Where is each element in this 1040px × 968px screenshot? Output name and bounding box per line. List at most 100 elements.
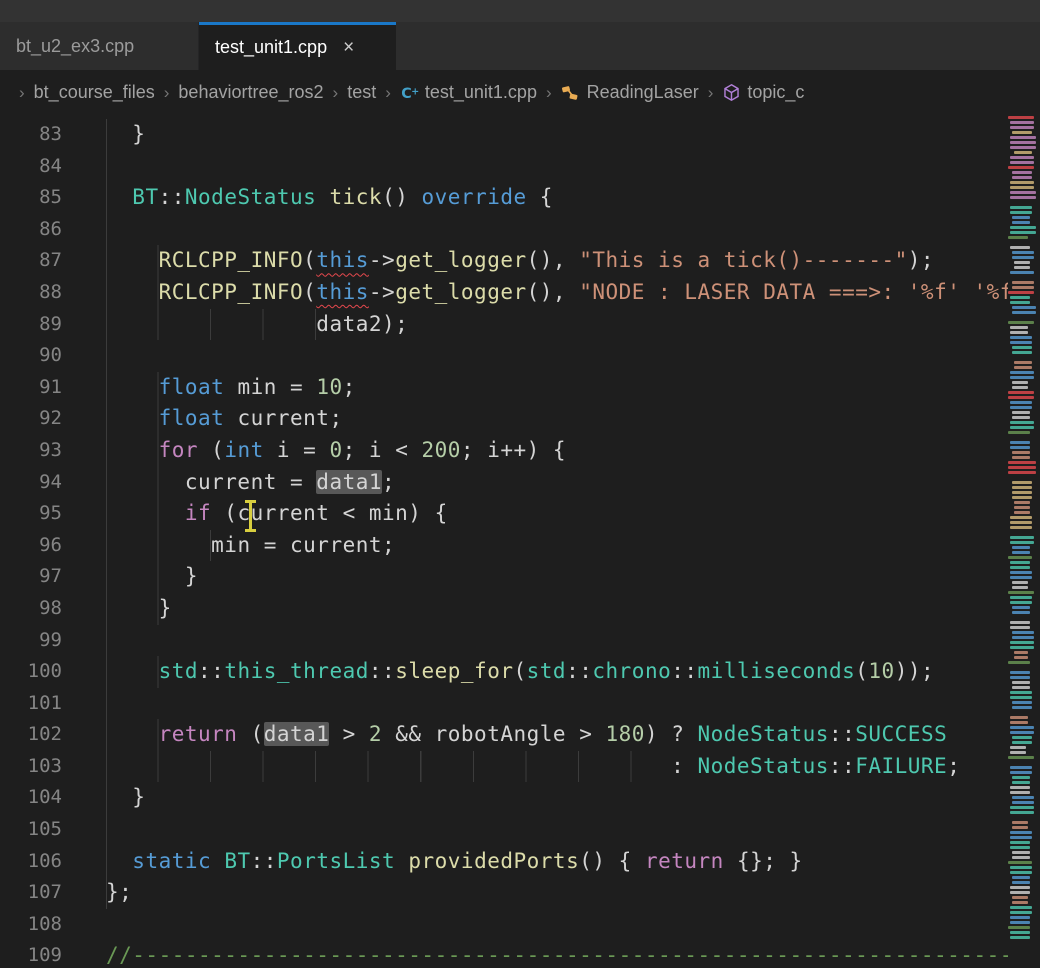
minimap-line <box>1008 116 1034 119</box>
minimap-line <box>1010 936 1030 939</box>
code-line-105[interactable]: 105 <box>0 814 1040 846</box>
breadcrumb-item-test[interactable]: test <box>347 82 376 103</box>
token: ( <box>855 659 868 683</box>
symbol-cube-icon <box>722 83 741 102</box>
line-number: 99 <box>0 625 62 657</box>
code-line-90[interactable]: 90 <box>0 340 1040 372</box>
tab-bt-u2-ex3[interactable]: bt_u2_ex3.cpp <box>0 22 199 70</box>
token: :: <box>566 659 592 683</box>
minimap-line <box>1012 631 1034 634</box>
code-line-83[interactable]: 83 } <box>0 119 1040 151</box>
line-number: 89 <box>0 309 62 341</box>
code-line-98[interactable]: 98 } <box>0 593 1040 625</box>
code-line-86[interactable]: 86 <box>0 214 1040 246</box>
minimap-line <box>1012 776 1030 779</box>
minimap-line <box>1010 146 1036 149</box>
minimap-line <box>1012 686 1030 689</box>
code-line-96[interactable]: 96 min = current; <box>0 530 1040 562</box>
line-number: 103 <box>0 751 62 783</box>
token: return <box>159 722 238 746</box>
close-icon[interactable]: × <box>343 38 354 57</box>
line-number: 90 <box>0 340 62 372</box>
code-line-100[interactable]: 100 std::this_thread::sleep_for(std::chr… <box>0 656 1040 688</box>
breadcrumb-item-behaviortree-ros2[interactable]: behaviortree_ros2 <box>178 82 323 103</box>
token: : <box>671 754 697 778</box>
code-line-85[interactable]: 85 BT::NodeStatus tick() override { <box>0 182 1040 214</box>
minimap-line <box>1012 491 1032 494</box>
code-line-93[interactable]: 93 for (int i = 0; i < 200; i++) { <box>0 435 1040 467</box>
token: ) ? <box>645 722 698 746</box>
code-line-91[interactable]: 91 float min = 10; <box>0 372 1040 404</box>
minimap-line <box>1012 856 1030 859</box>
minimap-line <box>1010 836 1032 839</box>
code-line-87[interactable]: 87 RCLCPP_INFO(this->get_logger(), "This… <box>0 245 1040 277</box>
minimap-line <box>1010 566 1030 569</box>
token: get_logger <box>395 280 526 304</box>
breadcrumb-item-readinglaser[interactable]: ReadingLaser <box>561 82 699 103</box>
indentation <box>106 719 159 751</box>
code-line-89[interactable]: 89 data2); <box>0 309 1040 341</box>
code-line-103[interactable]: 103 : NodeStatus::FAILURE; <box>0 751 1040 783</box>
code-lines: 83 }8485 BT::NodeStatus tick() override … <box>0 119 1040 968</box>
minimap-line <box>1010 746 1026 749</box>
minimap-line <box>1010 676 1030 679</box>
minimap-line <box>1008 291 1034 294</box>
token: if <box>185 501 211 525</box>
code-line-97[interactable]: 97 } <box>0 561 1040 593</box>
minimap-line <box>1012 551 1030 554</box>
minimap-line <box>1010 696 1032 699</box>
minimap-line <box>1010 646 1034 649</box>
breadcrumb-item-test-unit1-cpp[interactable]: C+test_unit1.cpp <box>400 82 537 103</box>
minimap-line <box>1010 326 1028 329</box>
code-line-106[interactable]: 106 static BT::PortsList providedPorts()… <box>0 846 1040 878</box>
token: :: <box>829 754 855 778</box>
token: "This is a tick()-------" <box>579 248 908 272</box>
code-line-102[interactable]: 102 return (data1 > 2 && robotAngle > 18… <box>0 719 1040 751</box>
token: ); <box>908 248 934 272</box>
indentation <box>106 782 132 814</box>
minimap-line <box>1010 921 1030 924</box>
minimap-line <box>1010 751 1026 754</box>
code-line-109[interactable]: 109//-----------------------------------… <box>0 940 1040 968</box>
minimap-line <box>1010 916 1030 919</box>
minimap[interactable] <box>1008 115 1040 968</box>
code-line-107[interactable]: 107}; <box>0 877 1040 909</box>
code-line-99[interactable]: 99 <box>0 625 1040 657</box>
line-number: 108 <box>0 909 62 941</box>
minimap-line <box>1010 561 1030 564</box>
token: () { <box>579 849 645 873</box>
token: PortsList <box>277 849 395 873</box>
code-line-84[interactable]: 84 <box>0 151 1040 183</box>
minimap-line <box>1014 506 1030 509</box>
code-line-94[interactable]: 94 current = data1; <box>0 467 1040 499</box>
minimap-line <box>1010 831 1032 834</box>
code-line-101[interactable]: 101 <box>0 688 1040 720</box>
code-editor[interactable]: 83 }8485 BT::NodeStatus tick() override … <box>0 115 1040 968</box>
token: current = <box>185 470 316 494</box>
minimap-line <box>1010 371 1034 374</box>
minimap-line <box>1012 741 1032 744</box>
minimap-line <box>1010 841 1030 844</box>
minimap-line <box>1012 251 1034 254</box>
minimap-line <box>1012 216 1030 219</box>
minimap-line <box>1010 376 1034 379</box>
code-line-88[interactable]: 88 RCLCPP_INFO(this->get_logger(), "NODE… <box>0 277 1040 309</box>
code-line-104[interactable]: 104 } <box>0 782 1040 814</box>
minimap-line <box>1008 661 1030 664</box>
indentation <box>106 561 185 593</box>
code-line-92[interactable]: 92 float current; <box>0 403 1040 435</box>
token: 10 <box>316 375 342 399</box>
minimap-line <box>1008 861 1032 864</box>
token: SUCCESS <box>855 722 947 746</box>
token: ( <box>198 438 224 462</box>
tab-test-unit1[interactable]: test_unit1.cpp × <box>199 22 396 70</box>
vscode-window: bt_u2_ex3.cpp test_unit1.cpp × ›bt_cours… <box>0 0 1040 968</box>
breadcrumb-item-bt-course-files[interactable]: bt_course_files <box>34 82 155 103</box>
breadcrumb-item-topic-c[interactable]: topic_c <box>722 82 804 103</box>
code-line-95[interactable]: 95 if (current < min) { <box>0 498 1040 530</box>
indentation <box>106 277 159 309</box>
line-number: 85 <box>0 182 62 214</box>
code-line-108[interactable]: 108 <box>0 909 1040 941</box>
minimap-line <box>1012 851 1030 854</box>
token: RCLCPP_INFO <box>159 280 304 304</box>
